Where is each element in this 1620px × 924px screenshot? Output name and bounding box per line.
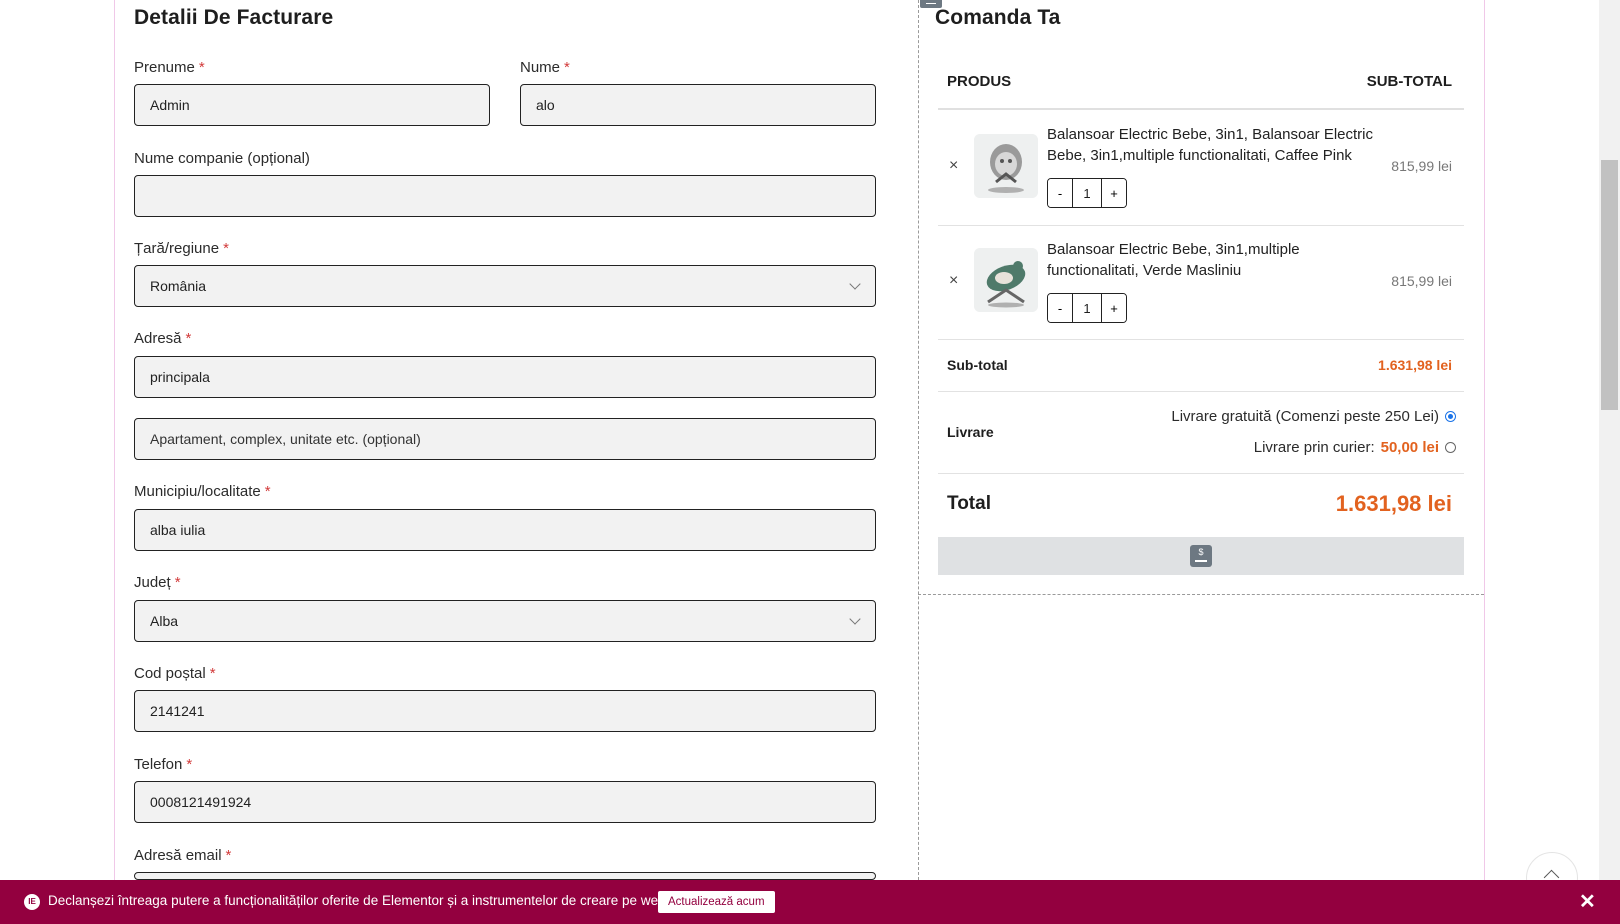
shipping-option-courier[interactable]: Livrare prin curier: 50,00 lei xyxy=(1254,439,1456,456)
subtotal-label: Sub-total xyxy=(947,357,1008,373)
city-field[interactable]: alba iulia xyxy=(134,509,876,551)
order-title: Comanda Ta xyxy=(935,6,1061,29)
qty-plus-button[interactable]: + xyxy=(1102,179,1126,207)
country-select[interactable]: România xyxy=(134,265,876,307)
last-name-field[interactable]: alo xyxy=(520,84,876,126)
county-value: Alba xyxy=(150,613,179,629)
total-label: Total xyxy=(947,493,991,514)
remove-item-button[interactable]: × xyxy=(949,272,958,290)
shipping-option-free[interactable]: Livrare gratuită (Comenzi peste 250 Lei) xyxy=(1171,408,1456,425)
row-divider xyxy=(938,473,1464,474)
qty-minus-button[interactable]: - xyxy=(1048,294,1072,322)
qty-plus-button[interactable]: + xyxy=(1102,294,1126,322)
product-thumbnail[interactable] xyxy=(974,248,1038,312)
qty-value[interactable]: 1 xyxy=(1072,179,1102,207)
item-price: 815,99 lei xyxy=(1391,158,1452,174)
total-value: 1.631,98 lei xyxy=(1335,491,1452,516)
postcode-field[interactable]: 2141241 xyxy=(134,690,876,732)
county-label: Județ * xyxy=(134,574,181,591)
address-field[interactable]: principala xyxy=(134,356,876,398)
qty-value[interactable]: 1 xyxy=(1072,294,1102,322)
frame-left-border xyxy=(114,0,115,880)
chevron-down-icon xyxy=(849,278,861,290)
company-label: Nume companie (opțional) xyxy=(134,150,310,167)
product-thumbnail[interactable] xyxy=(974,134,1038,198)
col-product: PRODUS xyxy=(947,73,1012,90)
email-label: Adresă email * xyxy=(134,847,232,864)
row-divider xyxy=(938,391,1464,392)
elementor-logo-icon: IE xyxy=(24,894,40,910)
scrollbar-track[interactable] xyxy=(1599,0,1620,880)
column-divider xyxy=(918,0,919,880)
postcode-label: Cod poștal * xyxy=(134,665,216,682)
shipping-courier-radio[interactable] xyxy=(1445,442,1456,453)
row-divider xyxy=(938,339,1464,340)
phone-field[interactable]: 0008121491924 xyxy=(134,781,876,823)
scrollbar-thumb[interactable] xyxy=(1601,160,1618,410)
chevron-down-icon xyxy=(849,613,861,625)
shipping-free-label: Livrare gratuită (Comenzi peste 250 Lei) xyxy=(1171,408,1439,425)
subtotal-value: 1.631,98 lei xyxy=(1378,357,1452,373)
first-name-label: Prenume * xyxy=(134,59,205,76)
quantity-stepper[interactable]: - 1 + xyxy=(1047,178,1127,208)
billing-title: Detalii De Facturare xyxy=(134,6,334,29)
item-price: 815,99 lei xyxy=(1391,273,1452,289)
payment-icon: $ xyxy=(1190,545,1212,567)
shipping-courier-label: Livrare prin curier: xyxy=(1253,439,1375,456)
close-icon[interactable]: ✕ xyxy=(1579,889,1596,914)
upgrade-now-button[interactable]: Actualizează acum xyxy=(658,891,775,913)
first-name-field[interactable]: Admin xyxy=(134,84,490,126)
product-name[interactable]: Balansoar Electric Bebe, 3in1,multiple f… xyxy=(1047,239,1377,281)
col-subtotal: SUB-TOTAL xyxy=(1366,73,1452,90)
row-divider xyxy=(938,225,1464,226)
table-header-divider xyxy=(938,108,1464,110)
address2-field[interactable]: Apartament, complex, unitate etc. (opțio… xyxy=(134,418,876,460)
email-field[interactable] xyxy=(134,872,876,880)
company-field[interactable] xyxy=(134,175,876,217)
qty-minus-button[interactable]: - xyxy=(1048,179,1072,207)
shipping-courier-price: 50,00 lei xyxy=(1380,439,1439,456)
last-name-label: Nume * xyxy=(520,59,570,76)
shipping-free-radio[interactable] xyxy=(1445,411,1456,422)
frame-right-border xyxy=(1484,0,1485,880)
phone-label: Telefon * xyxy=(134,756,193,773)
country-value: România xyxy=(150,278,207,294)
county-select[interactable]: Alba xyxy=(134,600,876,642)
city-label: Municipiu/localitate * xyxy=(134,483,271,500)
country-label: Țară/regiune * xyxy=(134,240,229,257)
remove-item-button[interactable]: × xyxy=(949,157,958,175)
product-name[interactable]: Balansoar Electric Bebe, 3in1, Balansoar… xyxy=(1047,124,1377,166)
order-box-bottom-border xyxy=(918,594,1484,595)
address-label: Adresă * xyxy=(134,330,192,347)
quantity-stepper[interactable]: - 1 + xyxy=(1047,293,1127,323)
notice-text: Declanșezi întreaga putere a funcționali… xyxy=(48,893,670,908)
shipping-label: Livrare xyxy=(947,424,994,440)
